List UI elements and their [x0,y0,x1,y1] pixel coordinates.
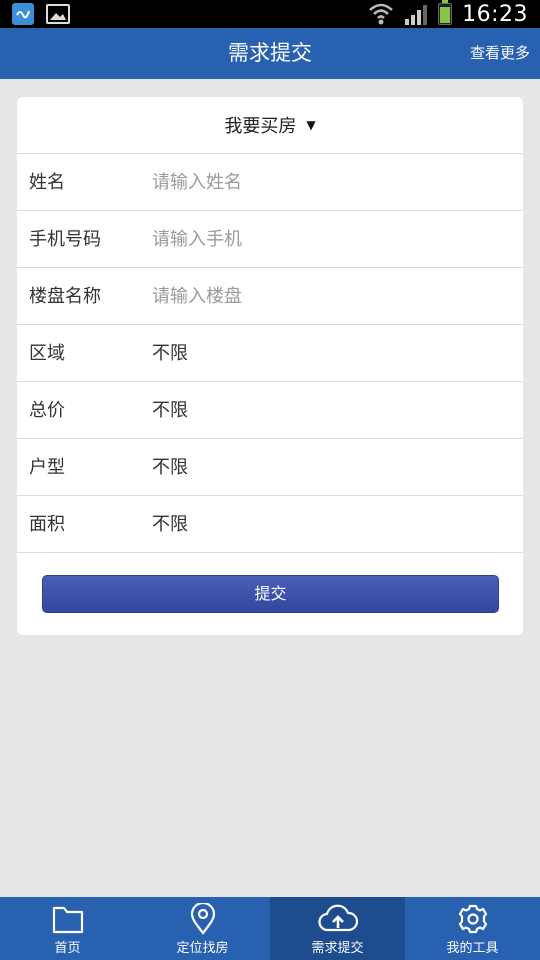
app-header: 需求提交 查看更多 [0,28,540,79]
gear-icon [458,904,487,934]
name-field[interactable]: 姓名 请输入姓名 [17,154,523,211]
phone-label: 手机号码 [29,229,101,250]
tab-home[interactable]: 首页 [0,897,135,960]
demand-type-label: 我要买房 [224,116,297,137]
signal-icon [405,5,428,25]
floor-area-field[interactable]: 面积 不限 [17,496,523,553]
area-region-field[interactable]: 区域 不限 [17,325,523,382]
name-input[interactable]: 请输入姓名 [152,154,242,211]
tab-submit-demand-label: 需求提交 [311,941,364,956]
total-price-label: 总价 [29,400,65,421]
name-label: 姓名 [29,172,65,193]
tab-locate-label: 定位找房 [176,941,229,956]
dropdown-arrow-icon: ▼ [306,118,316,132]
status-clock: 16:23 [462,1,528,27]
layout-value[interactable]: 不限 [152,439,188,496]
demand-form-card: 我要买房 ▼ 姓名 请输入姓名 手机号码 请输入手机 楼盘名称 请输入楼盘 区域… [17,97,523,635]
total-price-field[interactable]: 总价 不限 [17,382,523,439]
phone-field[interactable]: 手机号码 请输入手机 [17,211,523,268]
tab-submit-demand[interactable]: 需求提交 [270,897,405,960]
folder-icon [52,906,83,934]
total-price-value[interactable]: 不限 [152,382,188,439]
submit-button[interactable]: 提交 [42,575,499,613]
floor-area-value[interactable]: 不限 [152,496,188,553]
tab-my-tools[interactable]: 我的工具 [405,897,540,960]
tab-home-label: 首页 [54,941,81,956]
tab-locate[interactable]: 定位找房 [135,897,270,960]
phone-input[interactable]: 请输入手机 [152,211,242,268]
floor-area-label: 面积 [29,514,65,535]
bottom-tab-bar: 首页 定位找房 需求提交 我的工具 [0,897,540,960]
page-title: 需求提交 [228,41,312,65]
tab-my-tools-label: 我的工具 [446,941,499,956]
area-region-label: 区域 [29,343,65,364]
battery-icon [438,0,453,25]
status-bar: 16:23 [0,0,540,28]
property-field[interactable]: 楼盘名称 请输入楼盘 [17,268,523,325]
cloud-upload-icon [317,904,358,932]
image-notification-icon [46,4,70,24]
view-more-link[interactable]: 查看更多 [470,28,530,79]
layout-label: 户型 [29,457,65,478]
wifi-icon [369,3,393,25]
demand-type-selector[interactable]: 我要买房 ▼ [17,97,523,154]
location-pin-icon [190,903,215,935]
property-input[interactable]: 请输入楼盘 [152,268,242,325]
area-region-value[interactable]: 不限 [152,325,188,382]
property-label: 楼盘名称 [29,286,101,307]
layout-field[interactable]: 户型 不限 [17,439,523,496]
app-notification-icon [12,3,34,25]
